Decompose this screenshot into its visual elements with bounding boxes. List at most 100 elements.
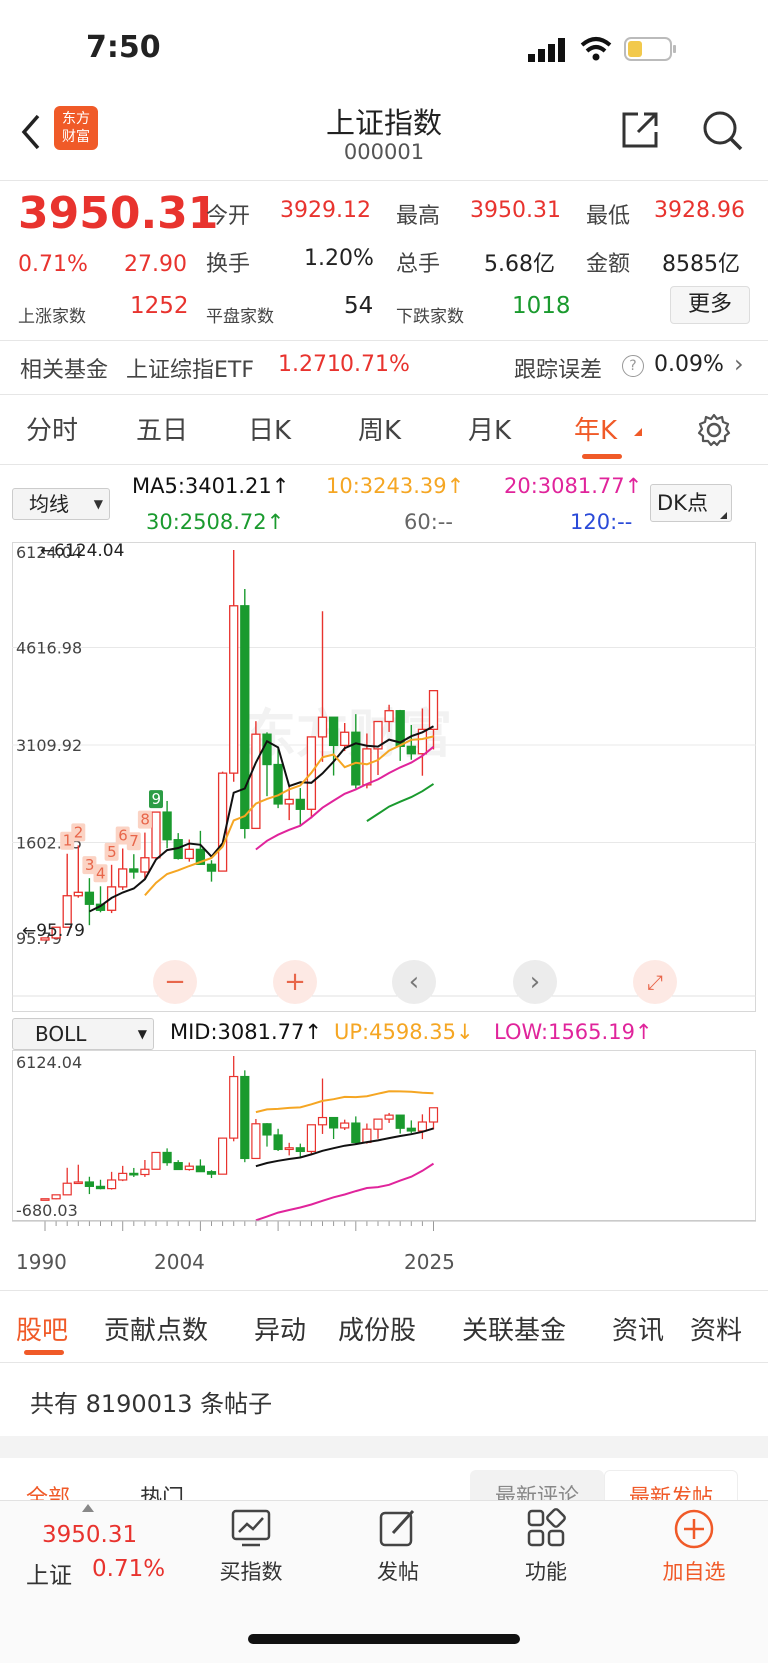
post-count: 共有 8190013 条帖子	[30, 1390, 273, 1418]
y-tick-label: 3109.92	[16, 736, 82, 755]
boll-candle-body	[151, 1151, 161, 1170]
tab-month-k[interactable]: 月K	[468, 410, 511, 447]
ma30-line	[366, 783, 435, 822]
boll-candle-body	[62, 1182, 72, 1196]
tab-week-k[interactable]: 周K	[358, 410, 401, 447]
scroll-right-button[interactable]: ›	[513, 960, 557, 1004]
indicator-select-ma[interactable]: 均线 ▼	[12, 488, 110, 520]
ma-selector-label: 均线	[29, 492, 69, 516]
boll-candle-body	[51, 1194, 61, 1200]
sequence-label: 3	[85, 856, 95, 874]
header: 东方 财富 上证指数 000001	[0, 100, 768, 175]
flat-count: 54	[344, 293, 374, 319]
tab-related-funds[interactable]: 关联基金	[462, 1310, 566, 1347]
x-tick-1990: 1990	[16, 1250, 67, 1274]
related-fund-row[interactable]: 相关基金 上证综指ETF 1.271 0.71% 跟踪误差 ? 0.09% ›	[0, 340, 768, 394]
collapse-arrow-icon[interactable]	[82, 1504, 94, 1512]
tab-year-k[interactable]: 年K	[574, 410, 617, 447]
fund-pct: 0.71%	[340, 352, 410, 377]
indicator-select-boll[interactable]: BOLL ▼	[12, 1018, 154, 1050]
candle-body	[162, 811, 172, 841]
candlestick-chart[interactable]: 6124.044616.983109.921602.8595.79东方财富←61…	[12, 542, 756, 1012]
boll-mid: MID:3081.77↑	[170, 1020, 322, 1044]
tab-profile[interactable]: 资料	[690, 1310, 742, 1347]
share-icon[interactable]	[618, 108, 662, 152]
change-value: 27.90	[124, 252, 187, 277]
battery-icon	[624, 37, 676, 61]
tab-news[interactable]: 资讯	[612, 1310, 664, 1347]
tab-minute[interactable]: 分时	[26, 410, 78, 447]
amount-value: 8585亿	[662, 252, 740, 277]
fullscreen-button[interactable]: ⤢	[633, 960, 677, 1004]
boll-candle-body	[162, 1151, 172, 1164]
signal-icon	[528, 38, 565, 62]
boll-candle-body	[118, 1172, 128, 1181]
tracking-error-label: 跟踪误差	[514, 358, 603, 383]
ma10-value: 10:3243.39↑	[326, 474, 465, 498]
sequence-label: 1	[63, 832, 73, 850]
dropdown-arrow-icon: ▼	[137, 1027, 147, 1041]
tab-forum[interactable]: 股吧	[16, 1310, 68, 1347]
boll-candle-body	[251, 1123, 261, 1160]
tab-anomaly[interactable]: 异动	[254, 1310, 306, 1347]
boll-candle-body	[95, 1185, 106, 1190]
more-button[interactable]: 更多	[670, 286, 750, 324]
add-watchlist-icon	[674, 1509, 714, 1549]
nav-function[interactable]: 功能	[486, 1556, 606, 1586]
boll-frame	[12, 1050, 756, 1221]
settings-gear-icon[interactable]	[696, 412, 732, 448]
boll-candle-body	[229, 1075, 239, 1139]
nav-add-watchlist[interactable]: 加自选	[634, 1556, 754, 1586]
boll-candle-body	[84, 1181, 95, 1187]
tab-day-k[interactable]: 日K	[248, 410, 291, 447]
scroll-left-button[interactable]: ‹	[392, 960, 436, 1004]
candle-body	[262, 733, 272, 766]
volume-label: 总手	[396, 252, 441, 277]
boll-candle-body	[240, 1075, 250, 1160]
dk-corner-icon	[720, 512, 727, 519]
tab-five-day[interactable]: 五日	[136, 410, 188, 447]
candle-body	[140, 857, 150, 873]
candle-body	[428, 690, 439, 730]
sort-latest-comment[interactable]: 最新评论	[470, 1470, 604, 1500]
flat-count-label: 平盘家数	[206, 307, 274, 327]
search-icon[interactable]	[700, 108, 744, 152]
dk-point-button[interactable]: DK点	[650, 484, 732, 522]
boll-chart[interactable]: 6124.04 -680.03	[12, 1050, 756, 1246]
candle-body	[73, 891, 83, 897]
subtab-active-indicator	[24, 1350, 64, 1355]
help-icon[interactable]: ?	[622, 355, 644, 377]
high-marker: ←6124.04	[40, 542, 125, 561]
fund-name: 上证综指ETF	[126, 358, 254, 383]
zoom-in-button[interactable]: +	[273, 960, 317, 1004]
boll-candle-body	[317, 1116, 328, 1126]
candle-body	[351, 731, 361, 786]
boll-candle-body	[273, 1134, 283, 1151]
sort-latest-post[interactable]: 最新发帖	[604, 1470, 738, 1500]
boll-low: LOW:1565.19↑	[494, 1020, 653, 1044]
nav-buy-index[interactable]: 买指数	[191, 1556, 311, 1586]
sequence-label: 2	[74, 823, 84, 841]
boll-candle-body	[329, 1116, 339, 1129]
candle-body	[240, 605, 250, 830]
nav-post[interactable]: 发帖	[338, 1556, 458, 1586]
sequence-label: 4	[96, 864, 106, 882]
tab-contribution[interactable]: 贡献点数	[104, 1310, 208, 1347]
function-grid-icon	[527, 1508, 566, 1547]
boll-candle-body	[218, 1137, 228, 1175]
filter-all[interactable]: 全部	[26, 1480, 70, 1500]
amount-label: 金额	[586, 252, 631, 277]
change-pct: 0.71%	[18, 252, 88, 277]
filter-hot[interactable]: 热门	[140, 1480, 184, 1500]
boll-candle-body	[206, 1171, 217, 1175]
tab-dropdown-icon	[634, 428, 642, 436]
wifi-icon	[580, 37, 612, 61]
fund-price: 1.271	[278, 352, 341, 377]
x-tick-2025: 2025	[404, 1250, 455, 1274]
candle-body	[184, 848, 194, 860]
zoom-out-button[interactable]: −	[153, 960, 197, 1004]
boll-candle-body	[395, 1114, 405, 1129]
y-tick-label: 4616.98	[16, 639, 82, 658]
tab-constituents[interactable]: 成份股	[338, 1310, 416, 1347]
down-count: 1018	[512, 293, 571, 319]
